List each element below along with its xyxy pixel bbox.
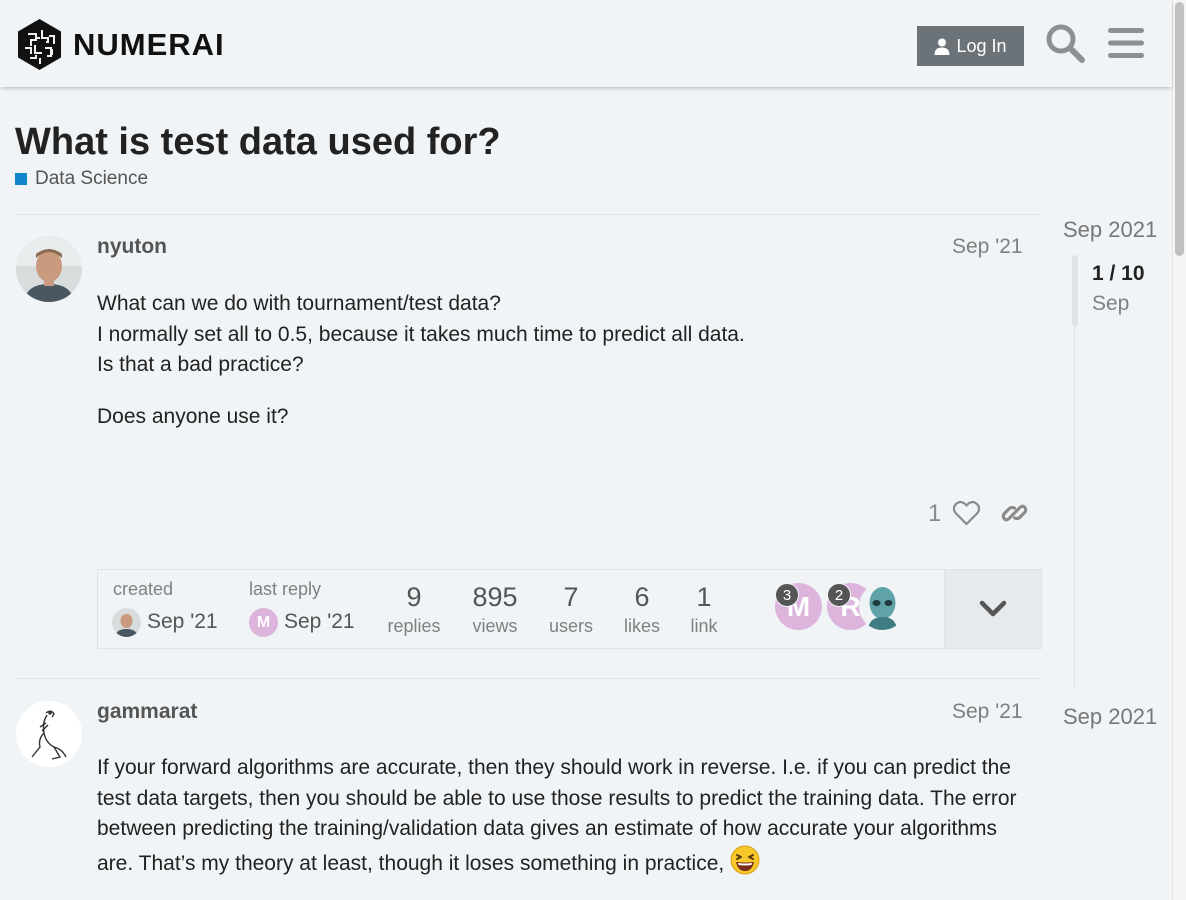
last-reply-date[interactable]: Sep '21 [284, 610, 355, 634]
user-icon [934, 38, 950, 55]
heart-icon[interactable] [953, 500, 980, 526]
created-date[interactable]: Sep '21 [147, 610, 218, 634]
avatar-initial: M [256, 613, 271, 631]
topic-title[interactable]: What is test data used for? [15, 121, 501, 164]
chevron-down-icon [979, 600, 1007, 617]
post-body: What can we do with tournament/test data… [97, 289, 1032, 453]
post-paragraph: If your forward algorithms are accurate,… [97, 753, 1037, 879]
post-count-badge: 3 [775, 583, 799, 607]
stat-number: 9 [406, 582, 422, 612]
stat-number: 6 [634, 582, 650, 612]
timeline-current-date: Sep [1092, 292, 1130, 315]
expand-topic-map-button[interactable] [944, 570, 1041, 648]
site-header: NUMERAI Log In [0, 0, 1172, 87]
created-avatar[interactable] [112, 608, 141, 637]
stat-label: users [548, 616, 593, 636]
avatar-nyuton[interactable] [16, 236, 82, 302]
logo-text: NUMERAI [73, 26, 225, 62]
search-button[interactable] [1045, 22, 1085, 64]
log-in-label: Log In [956, 35, 1007, 56]
stat-number: 7 [563, 582, 579, 612]
avatar-gammarat[interactable] [16, 701, 82, 767]
stat-views: 895 views [465, 580, 525, 638]
participant-avatar[interactable] [859, 583, 906, 630]
created-label: created [113, 579, 174, 599]
log-in-button[interactable]: Log In [917, 26, 1024, 66]
alien-avatar-icon [859, 583, 906, 630]
category-link[interactable]: Data Science [15, 168, 148, 190]
timeline-position: 1 / 10 [1092, 262, 1145, 285]
post-divider [15, 214, 1042, 215]
user-photo-icon [112, 608, 141, 637]
kangaroo-avatar-icon [16, 701, 82, 767]
post-text: If your forward algorithms are accurate,… [97, 756, 1017, 875]
like-count[interactable]: 1 [928, 500, 941, 528]
last-reply-label: last reply [249, 579, 322, 599]
category-label: Data Science [35, 168, 149, 189]
stat-number: 1 [696, 582, 712, 612]
stat-users: 7 users [541, 580, 601, 638]
post-username[interactable]: gammarat [97, 700, 197, 724]
stat-replies: 9 replies [384, 580, 444, 638]
numerai-logo-icon [18, 19, 61, 70]
hamburger-menu-icon [1108, 28, 1144, 58]
post-date[interactable]: Sep '21 [952, 700, 1026, 724]
stat-label: link [690, 616, 718, 636]
post-count-badge: 2 [827, 583, 851, 607]
stat-likes: 6 likes [612, 580, 672, 638]
laughing-emoji-icon [730, 845, 760, 874]
user-photo-icon [16, 236, 82, 302]
link-icon[interactable] [1001, 499, 1028, 527]
timeline-handle[interactable] [1072, 255, 1078, 327]
category-color-badge [15, 173, 27, 185]
site-logo[interactable]: NUMERAI [16, 18, 225, 71]
scrollbar-thumb[interactable] [1175, 2, 1184, 256]
stat-links: 1 link [674, 580, 734, 638]
stat-label: views [472, 616, 518, 636]
stat-label: likes [623, 616, 660, 636]
post-date[interactable]: Sep '21 [952, 235, 1026, 259]
timeline-start-date[interactable]: Sep 2021 [1063, 217, 1157, 243]
post-divider [15, 678, 1042, 679]
page-scrollbar[interactable] [1172, 0, 1186, 900]
last-reply-avatar[interactable]: M [249, 608, 278, 637]
topic-map: created Sep '21 last reply M Sep '21 9 r… [97, 569, 1042, 649]
post-body: If your forward algorithms are accurate,… [97, 753, 1037, 900]
post-paragraph: What can we do with tournament/test data… [97, 292, 745, 376]
post-paragraph: Does anyone use it? [97, 404, 289, 428]
timeline-end-date[interactable]: Sep 2021 [1063, 704, 1157, 730]
stat-label: replies [387, 616, 441, 636]
search-icon [1046, 24, 1085, 63]
stat-number: 895 [472, 582, 518, 612]
post-username[interactable]: nyuton [97, 235, 167, 259]
hamburger-menu-button[interactable] [1106, 22, 1146, 64]
